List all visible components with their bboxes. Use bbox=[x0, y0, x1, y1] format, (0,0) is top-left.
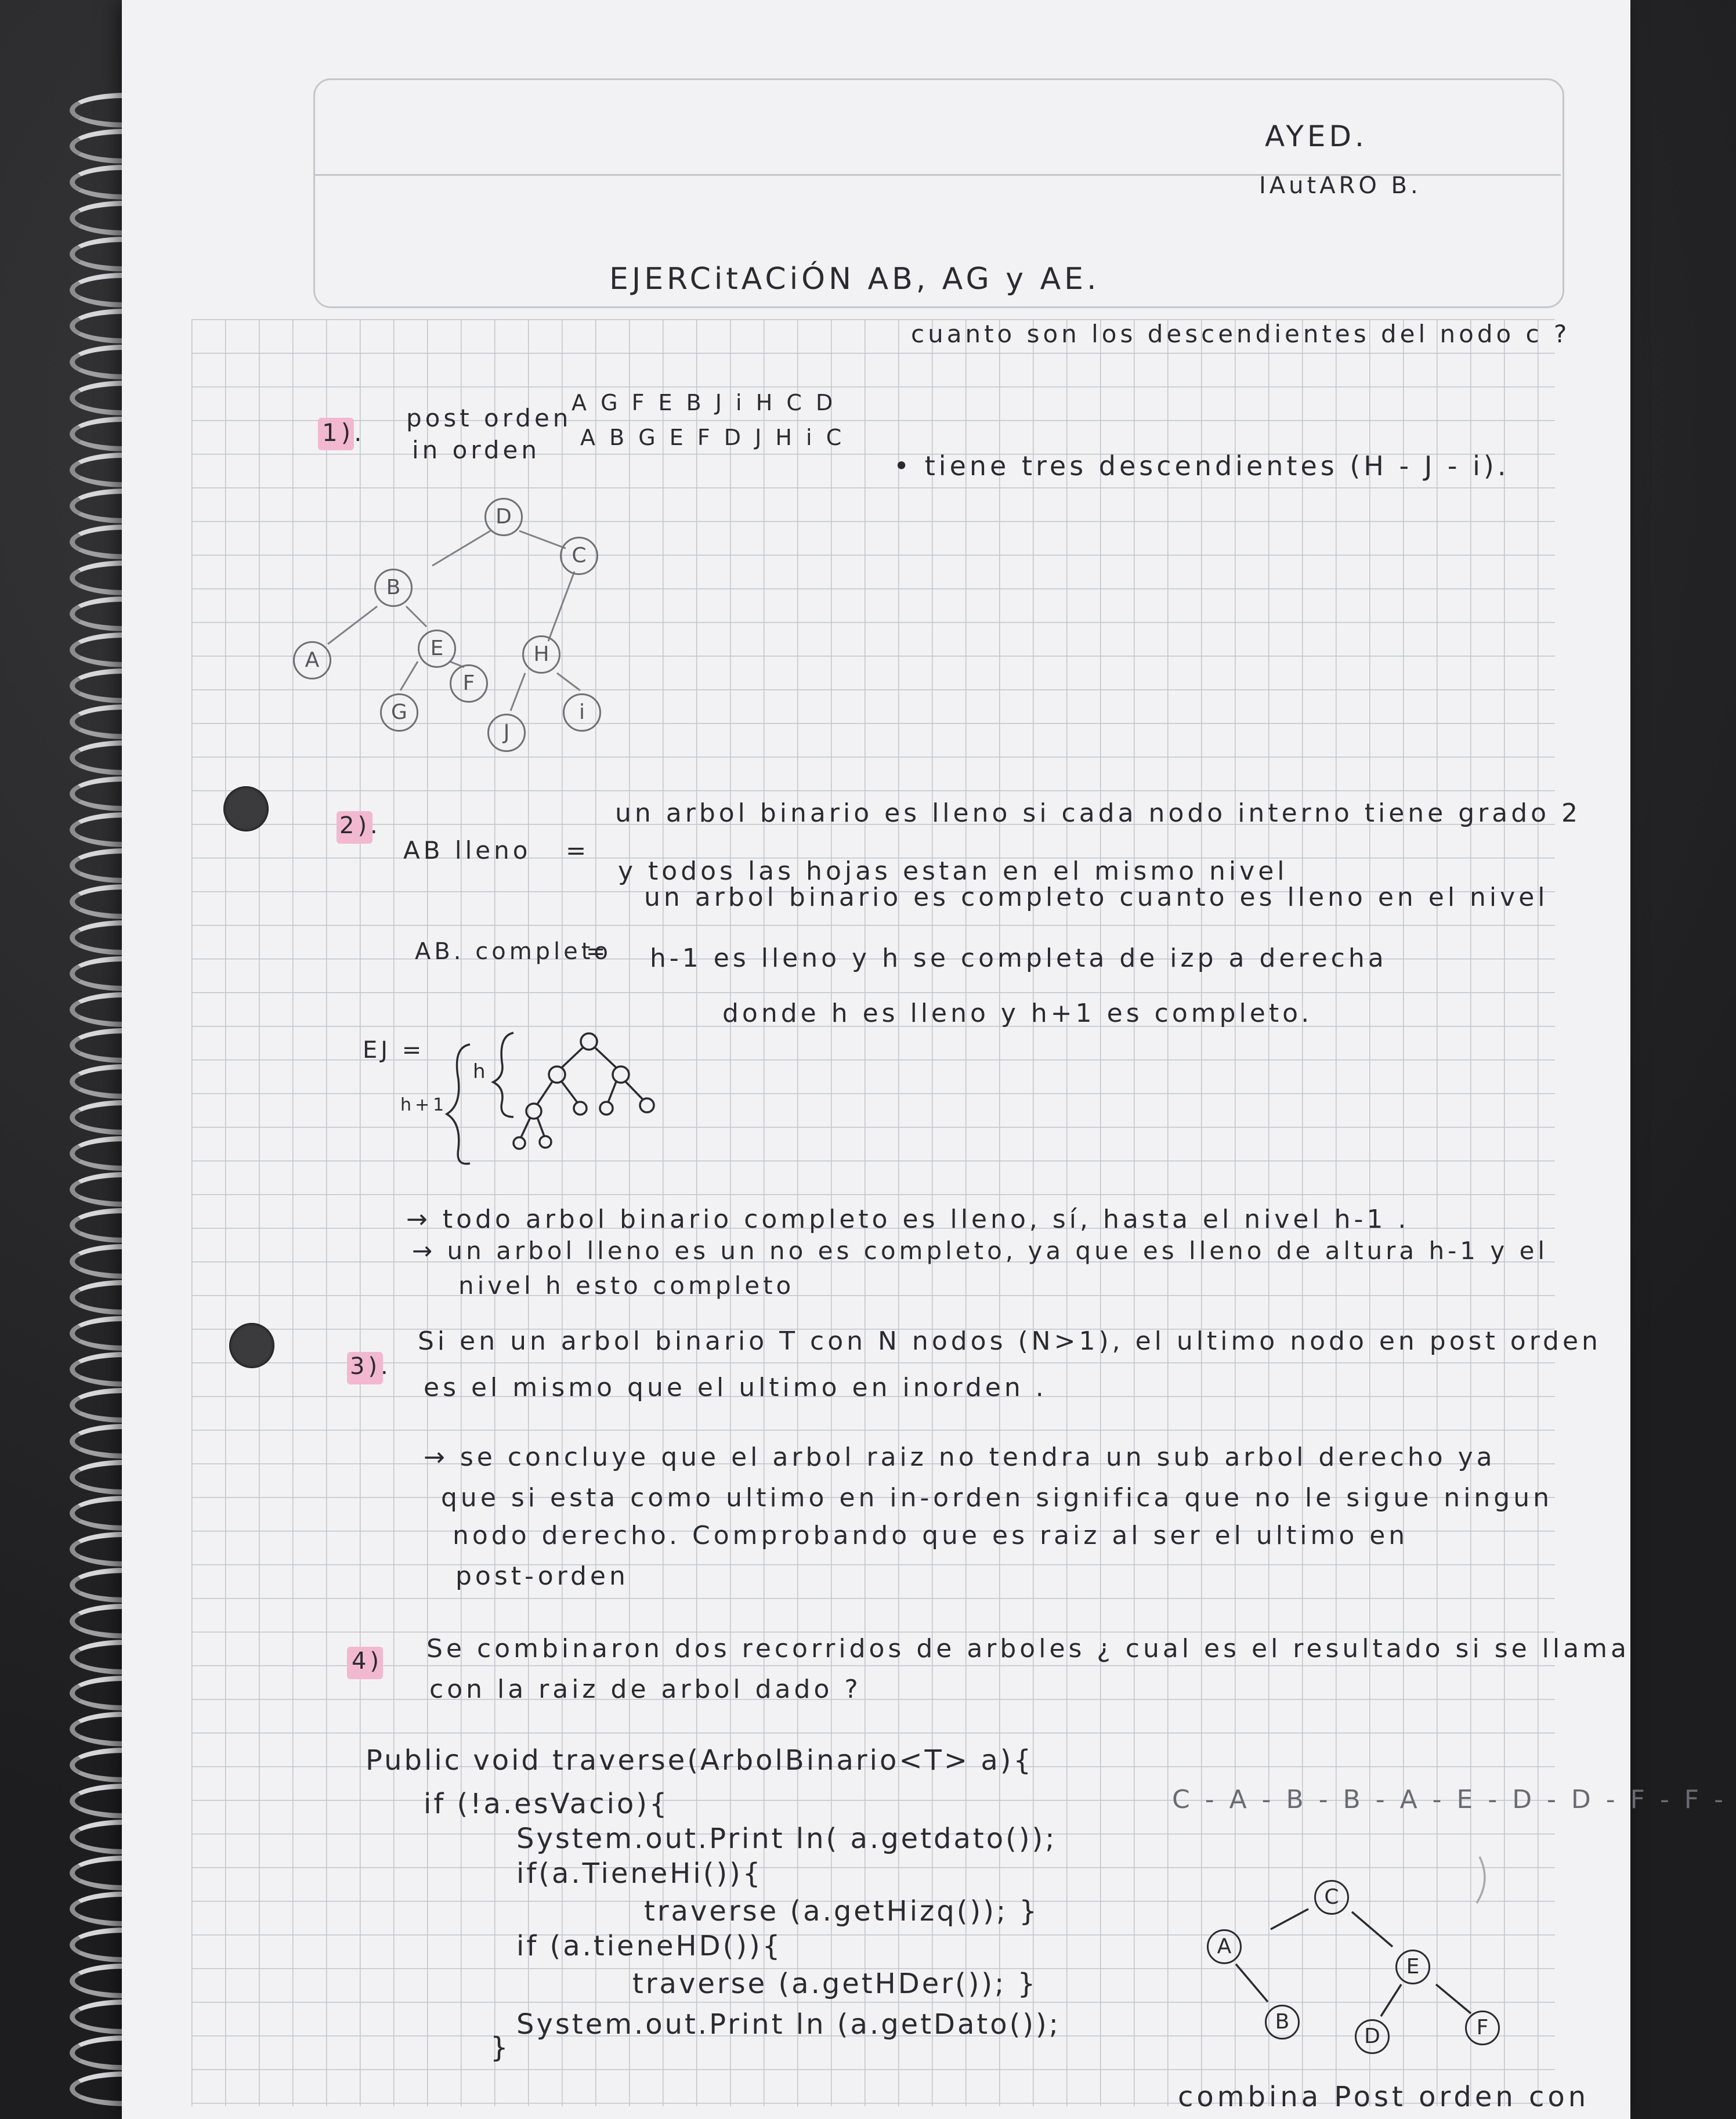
tree2-node-c: C bbox=[1314, 1880, 1349, 1915]
tree2-node-b: B bbox=[1265, 2005, 1300, 2040]
tree2-node-e: E bbox=[1395, 1950, 1430, 1984]
ex4-tree-edges bbox=[1235, 1856, 1486, 2017]
tree2-node-a: A bbox=[1207, 1929, 1242, 1964]
tree2-node-d: D bbox=[1355, 2019, 1390, 2054]
ex4-caption: combina Post orden con bbox=[1178, 2081, 1590, 2113]
tree2-node-f: F bbox=[1465, 2010, 1500, 2045]
